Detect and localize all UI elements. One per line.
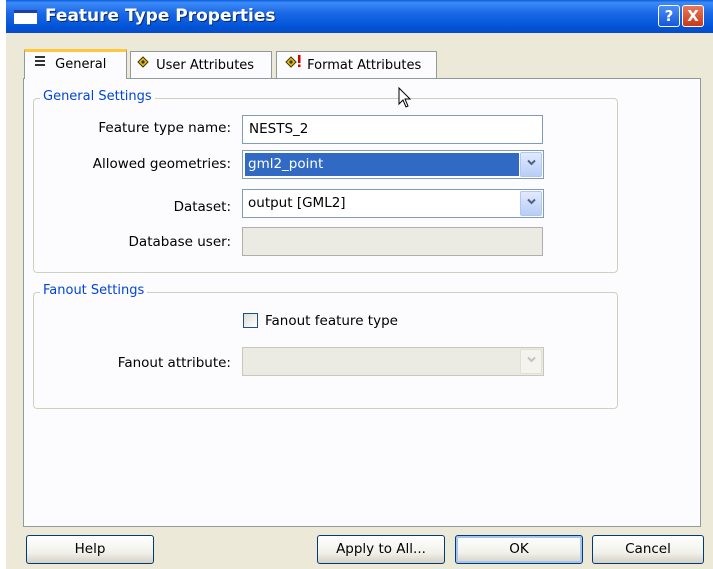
window-icon (14, 10, 37, 24)
dataset-select[interactable]: output [GML2] (242, 189, 544, 218)
tab-user-attributes-label: User Attributes (156, 57, 255, 73)
database-user-input[interactable] (242, 227, 543, 256)
format-attribute-icon (285, 52, 302, 78)
help-title-button[interactable]: ? (658, 5, 680, 27)
allowed-geometries-value: gml2_point (245, 153, 519, 176)
chevron-down-icon[interactable] (520, 152, 542, 177)
mouse-cursor-icon (398, 86, 412, 113)
tab-format-attributes-label: Format Attributes (307, 57, 422, 73)
fanout-attribute-value (245, 350, 519, 373)
chevron-down-icon[interactable] (520, 349, 542, 374)
fanout-attribute-select[interactable] (242, 347, 544, 376)
fanout-feature-type-label[interactable]: Fanout feature type (265, 313, 398, 329)
tab-user-attributes[interactable]: User Attributes (130, 51, 272, 78)
allowed-geometries-label: Allowed geometries: (92, 156, 231, 172)
fanout-settings-legend: Fanout Settings (40, 283, 148, 298)
feature-type-properties-window: Feature Type Properties ? X User Attribu… (6, 0, 713, 569)
close-button[interactable]: X (682, 5, 704, 27)
tab-format-attributes[interactable]: Format Attributes (276, 51, 437, 78)
list-icon (34, 52, 46, 76)
tab-general[interactable]: General (24, 49, 127, 79)
help-button[interactable]: Help (26, 535, 154, 564)
ok-button[interactable]: OK (455, 535, 583, 564)
cancel-button[interactable]: Cancel (592, 535, 704, 564)
dataset-label: Dataset: (173, 199, 231, 215)
fanout-attribute-label: Fanout attribute: (117, 355, 231, 371)
window-title: Feature Type Properties (45, 6, 276, 26)
dataset-value: output [GML2] (248, 195, 346, 211)
tab-general-label: General (55, 56, 107, 72)
feature-type-name-label: Feature type name: (98, 120, 231, 136)
feature-type-name-input[interactable]: NESTS_2 (242, 115, 543, 144)
title-bar[interactable]: Feature Type Properties ? X (6, 0, 713, 33)
database-user-label: Database user: (128, 234, 231, 250)
allowed-geometries-select[interactable]: gml2_point (242, 150, 544, 179)
attribute-icon (137, 52, 149, 78)
chevron-down-icon[interactable] (520, 191, 542, 216)
general-settings-legend: General Settings (40, 89, 155, 104)
apply-to-all-button[interactable]: Apply to All... (317, 535, 445, 564)
fanout-feature-type-checkbox[interactable] (243, 313, 258, 328)
